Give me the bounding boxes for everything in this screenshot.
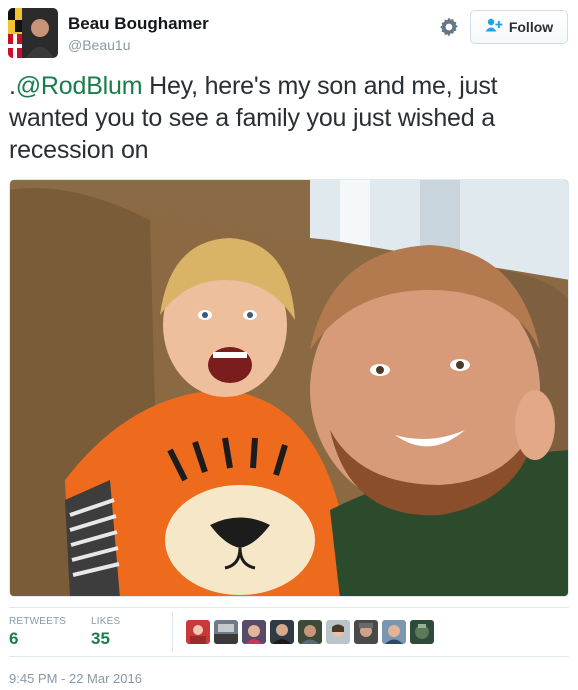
liker-avatar[interactable] bbox=[186, 620, 210, 644]
user-handle[interactable]: @Beau1u bbox=[68, 37, 130, 53]
tweet-photo[interactable] bbox=[9, 179, 569, 597]
liker-avatars bbox=[186, 620, 434, 644]
liker-avatar[interactable] bbox=[242, 620, 266, 644]
divider-top bbox=[9, 607, 569, 608]
divider-bottom bbox=[9, 656, 569, 657]
liker-avatar[interactable] bbox=[354, 620, 378, 644]
add-user-icon bbox=[485, 18, 503, 37]
likes-label: LIKES bbox=[91, 616, 121, 627]
liker-avatar[interactable] bbox=[326, 620, 350, 644]
liker-avatar[interactable] bbox=[214, 620, 238, 644]
follow-button[interactable]: Follow bbox=[470, 10, 568, 44]
tweet-prefix: . bbox=[9, 72, 16, 100]
likes-count[interactable]: 35 bbox=[91, 629, 110, 649]
liker-avatar[interactable] bbox=[298, 620, 322, 644]
liker-avatar[interactable] bbox=[382, 620, 406, 644]
liker-avatar[interactable] bbox=[410, 620, 434, 644]
gear-icon[interactable] bbox=[437, 15, 461, 39]
follow-label: Follow bbox=[508, 19, 554, 35]
retweets-count[interactable]: 6 bbox=[9, 629, 18, 649]
mention-link[interactable]: @RodBlum bbox=[16, 72, 143, 100]
retweets-label: RETWEETS bbox=[9, 616, 67, 627]
user-avatar[interactable] bbox=[8, 8, 58, 58]
display-name[interactable]: Beau Boughamer bbox=[68, 14, 209, 34]
tweet-timestamp[interactable]: 9:45 PM - 22 Mar 2016 bbox=[9, 671, 142, 686]
tweet-text: .@RodBlum Hey, here's my son and me, jus… bbox=[9, 70, 569, 166]
liker-avatar[interactable] bbox=[270, 620, 294, 644]
stats-divider bbox=[172, 612, 173, 652]
